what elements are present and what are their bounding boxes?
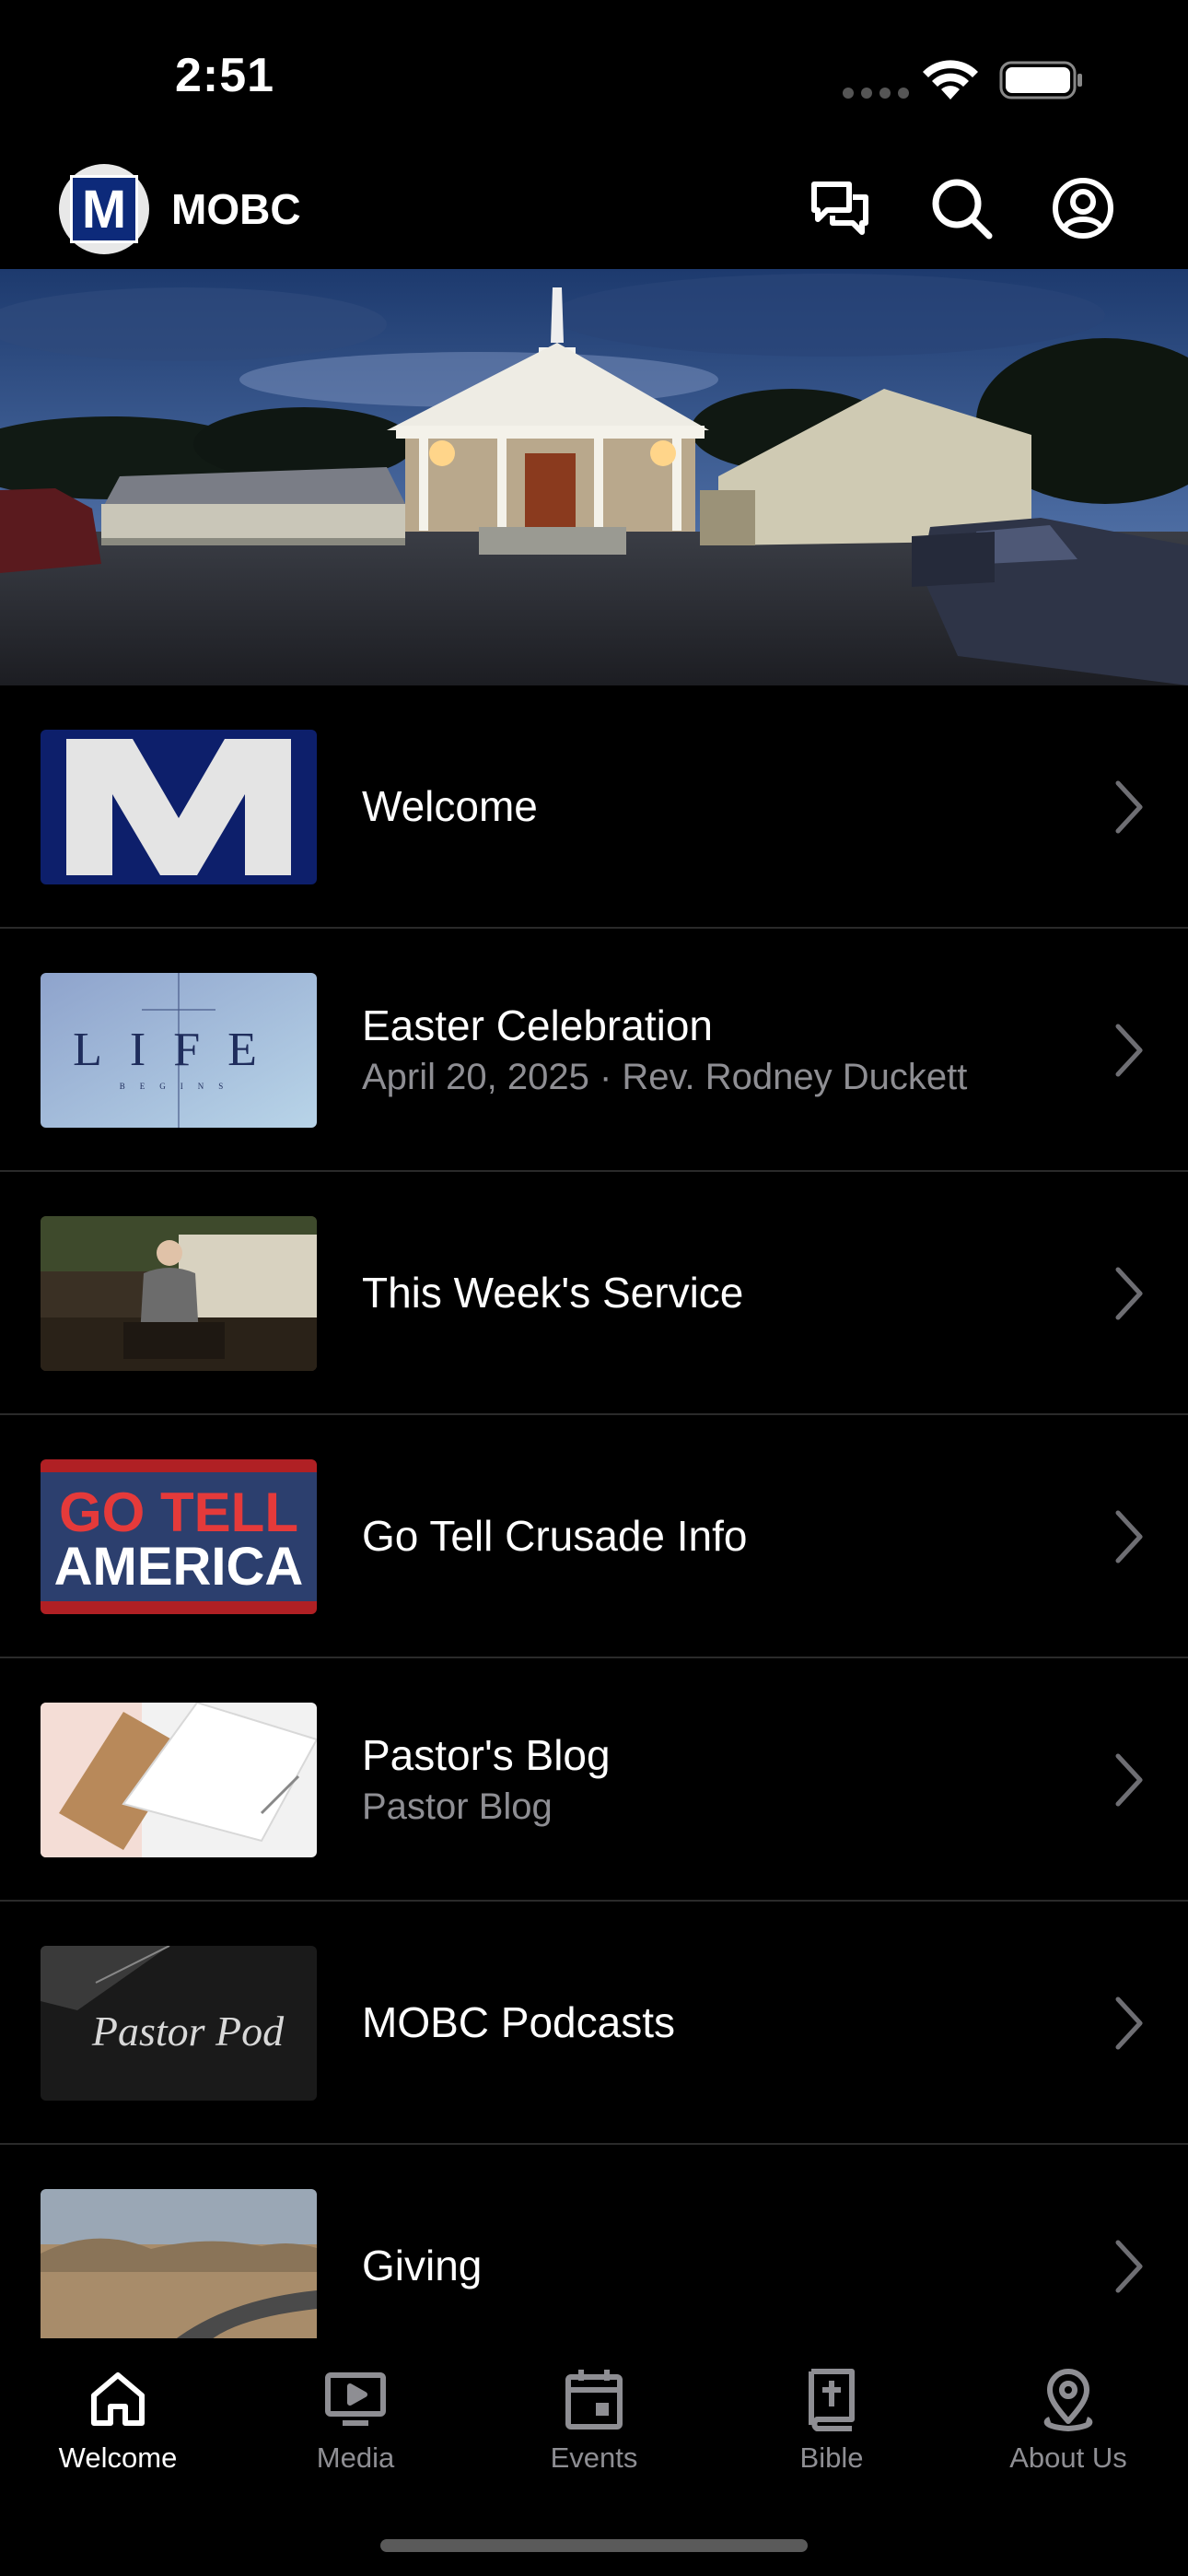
wifi-icon <box>923 60 978 100</box>
bible-icon <box>809 2369 855 2431</box>
chevron-right-icon <box>1115 1267 1143 1320</box>
list-item-subtitle: April 20, 2025 · Rev. Rodney Duckett <box>362 1056 968 1097</box>
tab-label: Events <box>550 2441 638 2474</box>
search-icon[interactable] <box>928 175 995 241</box>
giving-thumbnail <box>41 2189 317 2344</box>
chevron-right-icon <box>1115 780 1143 834</box>
home-indicator[interactable] <box>380 2539 808 2552</box>
tab-label: Media <box>316 2441 395 2474</box>
cellular-signal-icon <box>843 88 909 99</box>
list-item[interactable]: GO TELL AMERICA Go Tell Crusade Info <box>0 1415 1188 1658</box>
hero-church-image <box>0 269 1188 685</box>
tab-label: Bible <box>799 2441 864 2474</box>
profile-icon[interactable] <box>1050 175 1116 241</box>
list-item-title: MOBC Podcasts <box>362 1998 675 2047</box>
thumb-america-text: AMERICA <box>54 1537 304 1597</box>
home-icon <box>91 2372 145 2426</box>
podcast-thumbnail: Pastor Pod <box>41 1946 317 2101</box>
church-logo: M <box>59 164 149 254</box>
list-item[interactable]: LIFE BEGINS Easter Celebration April 20,… <box>0 929 1188 1172</box>
list-item-title: This Week's Service <box>362 1269 744 1317</box>
calendar-icon <box>565 2370 623 2430</box>
app-title: MOBC <box>171 185 301 233</box>
list-item-title: Giving <box>362 2242 483 2290</box>
location-pin-icon <box>1043 2369 1093 2431</box>
easter-thumbnail: LIFE BEGINS <box>41 973 317 1128</box>
content-list: Welcome LIFE BEGINS Easter Celebration A… <box>0 685 1188 2388</box>
app-header: M MOBC <box>0 157 1188 269</box>
thumb-go-tell-text: GO TELL <box>59 1481 298 1543</box>
status-bar: 2:51 <box>0 0 1188 157</box>
service-thumbnail <box>41 1216 317 1371</box>
tab-welcome[interactable]: Welcome <box>26 2366 210 2475</box>
tab-events[interactable]: Events <box>502 2366 686 2475</box>
chevron-right-icon <box>1115 1996 1143 2050</box>
chat-icon[interactable] <box>807 175 873 241</box>
list-item-title: Go Tell Crusade Info <box>362 1512 748 1561</box>
list-item[interactable]: This Week's Service <box>0 1172 1188 1415</box>
status-time: 2:51 <box>175 49 275 102</box>
tab-about-us[interactable]: About Us <box>976 2366 1160 2475</box>
thumb-begins-text: BEGINS <box>120 1082 239 1091</box>
chevron-right-icon <box>1115 1024 1143 1077</box>
list-item[interactable]: Welcome <box>0 685 1188 929</box>
chevron-right-icon <box>1115 1753 1143 1807</box>
chevron-right-icon <box>1115 2240 1143 2293</box>
list-item-subtitle: Pastor Blog <box>362 1786 553 1827</box>
tv-play-icon <box>325 2372 386 2426</box>
chevron-right-icon <box>1115 1510 1143 1563</box>
list-item-title: Easter Celebration <box>362 1001 713 1050</box>
tab-label: About Us <box>1009 2441 1127 2474</box>
list-item[interactable]: Pastor's Blog Pastor Blog <box>0 1658 1188 1902</box>
go-tell-thumbnail: GO TELL AMERICA <box>41 1459 317 1614</box>
battery-icon <box>999 61 1082 100</box>
list-item-title: Welcome <box>362 782 538 831</box>
thumb-life-text: LIFE <box>73 1024 285 1076</box>
thumb-pastor-pod-text: Pastor Pod <box>91 2008 285 2055</box>
tab-media[interactable]: Media <box>263 2366 448 2475</box>
logo-letter: M <box>70 175 138 243</box>
welcome-thumbnail <box>41 730 317 884</box>
list-item-title: Pastor's Blog <box>362 1731 611 1780</box>
tab-bible[interactable]: Bible <box>740 2366 924 2475</box>
blog-thumbnail <box>41 1703 317 1857</box>
tab-label: Welcome <box>58 2441 178 2474</box>
list-item[interactable]: Pastor Pod MOBC Podcasts <box>0 1902 1188 2145</box>
